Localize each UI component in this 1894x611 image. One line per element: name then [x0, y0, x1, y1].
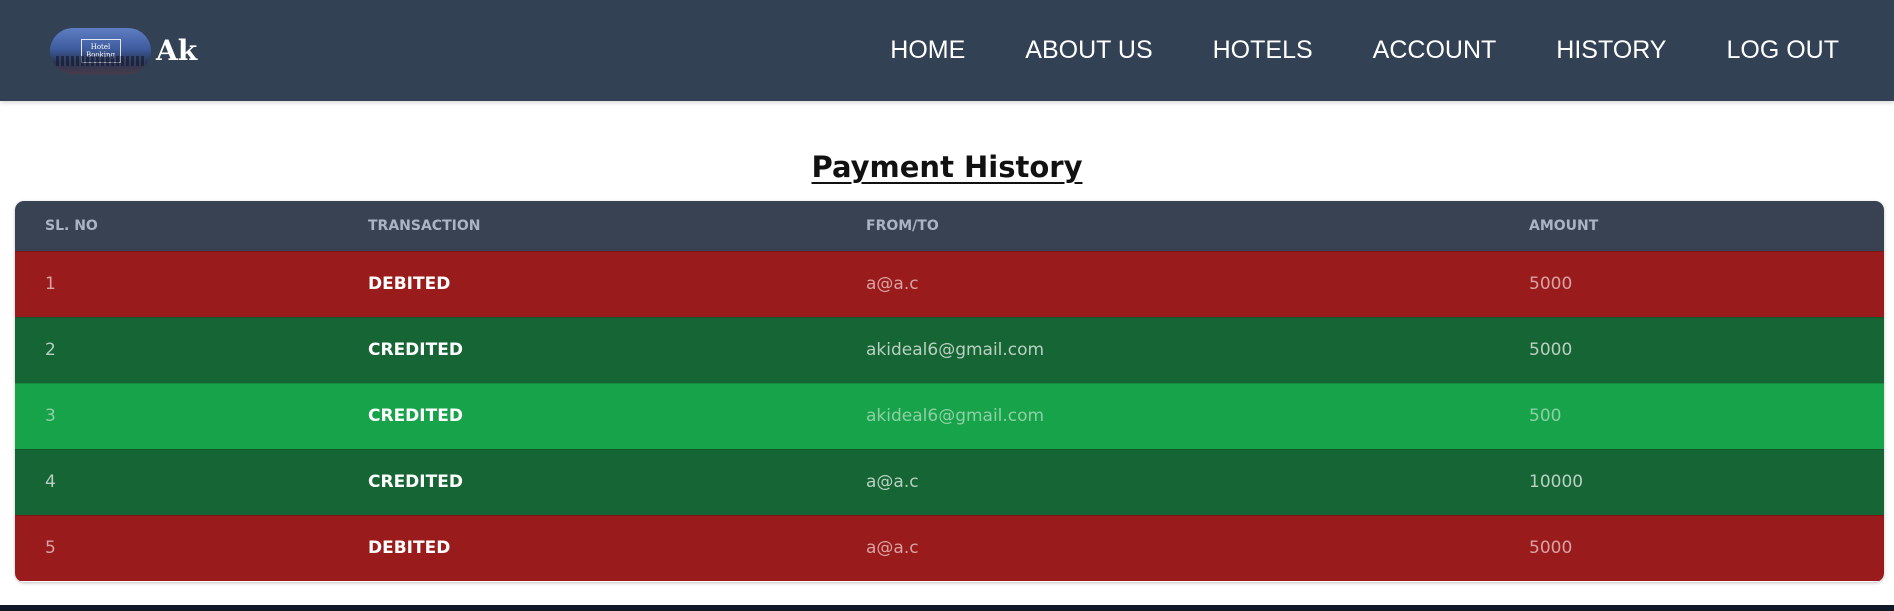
page-title: Payment History: [811, 150, 1083, 184]
table-row: 2 CREDITED akideal6@gmail.com 5000: [15, 317, 1884, 383]
amount-cell: 5000: [1529, 340, 1573, 360]
amount-cell: 5000: [1529, 274, 1573, 294]
logo-skyline: [56, 55, 145, 66]
nav-account-link[interactable]: ACCOUNT: [1373, 36, 1497, 65]
from-to-cell: akideal6@gmail.com: [866, 406, 1045, 426]
amount-cell: 5000: [1529, 538, 1573, 559]
logo-text-line1: Hotel: [90, 42, 111, 51]
sl-no-cell: 4: [45, 472, 56, 492]
footer-bar: [0, 605, 1894, 611]
nav-hotels-link[interactable]: HOTELS: [1213, 36, 1313, 65]
table-row: 5 DEBITED a@a.c 5000: [15, 515, 1884, 581]
payment-history-table: SL. NO TRANSACTION FROM/TO AMOUNT 1 DEBI…: [15, 201, 1884, 581]
transaction-cell: DEBITED: [368, 538, 451, 559]
nav-history-link[interactable]: HISTORY: [1556, 36, 1666, 65]
brand[interactable]: Hotel Booking Ak: [50, 27, 197, 74]
sl-no-cell: 1: [45, 274, 56, 294]
top-navbar: Hotel Booking Ak HOME ABOUT US HOTELS AC…: [0, 0, 1894, 101]
column-header-transaction: TRANSACTION: [368, 217, 481, 234]
nav-links: HOME ABOUT US HOTELS ACCOUNT HISTORY LOG…: [890, 36, 1839, 65]
nav-home-link[interactable]: HOME: [890, 36, 965, 65]
hotel-logo-image[interactable]: Hotel Booking: [50, 27, 151, 74]
amount-cell: 10000: [1529, 472, 1584, 492]
table-row: 1 DEBITED a@a.c 5000: [15, 251, 1884, 317]
nav-logout-link[interactable]: LOG OUT: [1726, 36, 1839, 65]
from-to-cell: akideal6@gmail.com: [866, 340, 1045, 360]
transaction-cell: DEBITED: [368, 274, 451, 294]
from-to-cell: a@a.c: [866, 472, 919, 492]
column-header-amount: AMOUNT: [1529, 217, 1599, 234]
nav-about-link[interactable]: ABOUT US: [1025, 36, 1152, 65]
column-header-sl-no: SL. NO: [45, 217, 98, 234]
table-header: SL. NO TRANSACTION FROM/TO AMOUNT: [15, 201, 1884, 251]
sl-no-cell: 3: [45, 406, 56, 426]
from-to-cell: a@a.c: [866, 274, 919, 294]
table-body: 1 DEBITED a@a.c 5000 2 CREDITED akideal6…: [15, 251, 1884, 581]
column-header-from-to: FROM/TO: [866, 217, 939, 234]
table-row: 3 CREDITED akideal6@gmail.com 500: [15, 383, 1884, 449]
transaction-cell: CREDITED: [368, 472, 463, 492]
from-to-cell: a@a.c: [866, 538, 919, 559]
payment-history-table-container: SL. NO TRANSACTION FROM/TO AMOUNT 1 DEBI…: [15, 201, 1884, 582]
sl-no-cell: 5: [45, 538, 56, 559]
table-row: 4 CREDITED a@a.c 10000: [15, 449, 1884, 515]
amount-cell: 500: [1529, 406, 1562, 426]
brand-name[interactable]: Ak: [156, 34, 197, 67]
transaction-cell: CREDITED: [368, 340, 463, 360]
table-header-row: SL. NO TRANSACTION FROM/TO AMOUNT: [15, 201, 1884, 251]
transaction-cell: CREDITED: [368, 406, 463, 426]
sl-no-cell: 2: [45, 340, 56, 360]
